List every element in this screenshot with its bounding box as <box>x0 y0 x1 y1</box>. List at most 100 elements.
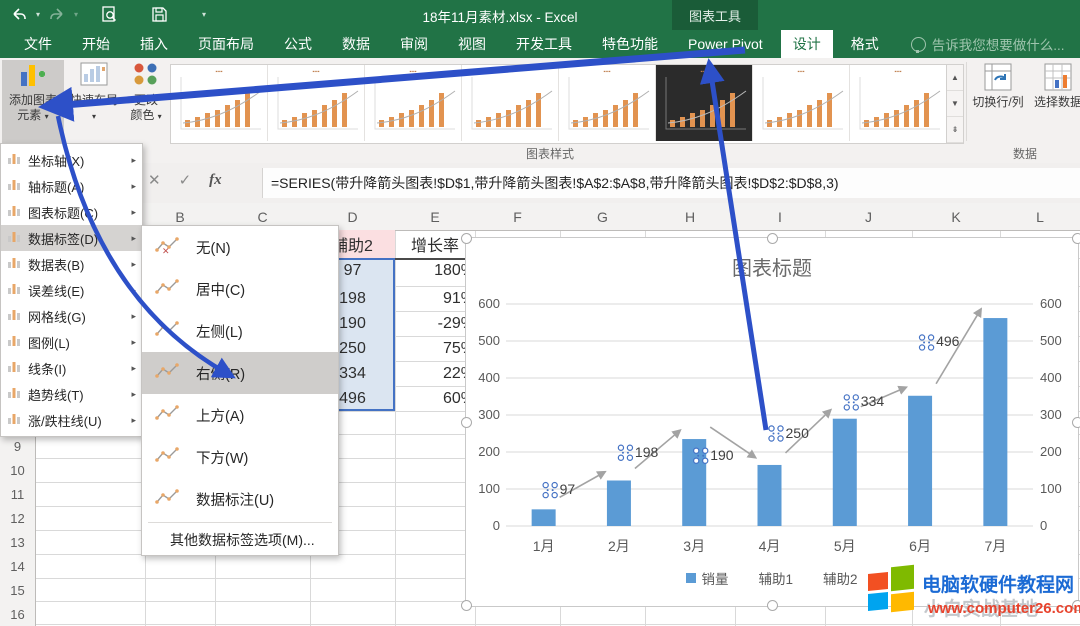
tab-开发工具[interactable]: 开发工具 <box>504 30 584 58</box>
undo-dropdown-icon[interactable]: ▾ <box>36 10 40 19</box>
y-axis-tick-right: 100 <box>1040 481 1062 496</box>
submenu-item-上方(A)[interactable]: 上方(A) <box>142 394 338 436</box>
chart-style-thumbnail[interactable]: ▪▪▪▪ <box>753 65 850 141</box>
tell-me-box[interactable]: 告诉我您想要做什么... <box>897 30 1064 58</box>
data-label[interactable]: 97 <box>560 481 576 497</box>
row-header-13[interactable]: 13 <box>0 530 36 554</box>
tab-Power Pivot[interactable]: Power Pivot <box>676 30 775 58</box>
column-header-J[interactable]: J <box>825 203 912 231</box>
tab-格式[interactable]: 格式 <box>839 30 891 58</box>
legend-item-辅助1[interactable]: 辅助1 <box>758 568 793 588</box>
legend-icon <box>7 334 21 350</box>
menu-item-线条(I)[interactable]: 线条(I) ▸ <box>1 355 142 381</box>
chart-selection-handle[interactable] <box>1072 233 1080 244</box>
insert-function-icon[interactable]: fx <box>209 172 222 189</box>
tab-页面布局[interactable]: 页面布局 <box>186 30 266 58</box>
chart-selection-handle[interactable] <box>1072 417 1080 428</box>
column-header-K[interactable]: K <box>912 203 1000 231</box>
tab-文件[interactable]: 文件 <box>12 30 64 58</box>
enter-icon[interactable]: ✓ <box>179 171 192 189</box>
gallery-more-icon[interactable]: ⇟ <box>947 117 963 143</box>
menu-item-label: 涨/跌柱线(U) <box>28 413 102 429</box>
data-labels-submenu: ✕ 无(N) 居中(C) 左侧(L) 右侧(R) 上方(A) 下方(W) 数据标注(U) 其他数… <box>141 225 339 556</box>
submenu-item-无(N)[interactable]: ✕ 无(N) <box>142 226 338 268</box>
column-header-E[interactable]: E <box>395 203 475 231</box>
chart-style-thumbnail[interactable]: ▪▪▪▪ <box>559 65 656 141</box>
data-labels-icon <box>7 230 21 246</box>
gallery-up-icon[interactable]: ▲ <box>947 65 963 91</box>
tab-设计[interactable]: 设计 <box>780 30 833 58</box>
select-data-button[interactable]: 选择数据 <box>1028 62 1080 154</box>
chart-selection-handle[interactable] <box>461 233 472 244</box>
tab-数据[interactable]: 数据 <box>330 30 382 58</box>
legend-item-辅助2[interactable]: 辅助2 <box>823 568 858 588</box>
menu-item-涨/跌柱线(U)[interactable]: 涨/跌柱线(U) ▸ <box>1 407 142 433</box>
cancel-icon[interactable]: ✕ <box>148 171 161 189</box>
chart-style-thumbnail[interactable]: ▪▪▪▪ <box>850 65 947 141</box>
print-preview-icon[interactable] <box>98 3 120 25</box>
undo-icon[interactable] <box>8 3 30 25</box>
submenu-item-more-options[interactable]: 其他数据标签选项(M)... <box>142 525 338 555</box>
chart-style-thumbnail[interactable]: ▪▪▪▪ <box>171 65 268 141</box>
menu-item-轴标题(A)[interactable]: 轴标题(A) ▸ <box>1 173 142 199</box>
chart-selection-handle[interactable] <box>461 600 472 611</box>
tab-审阅[interactable]: 审阅 <box>388 30 440 58</box>
data-label[interactable]: 334 <box>861 393 884 409</box>
redo-dropdown-icon[interactable]: ▾ <box>74 10 78 19</box>
legend-item-销量[interactable]: 销量 <box>686 568 728 588</box>
save-icon[interactable] <box>148 3 170 25</box>
chart-object[interactable]: 图表标题 0 0 100 100 200 200 300 300 400 400 500 500 600… <box>461 233 1080 611</box>
column-header-G[interactable]: G <box>560 203 645 231</box>
add-chart-element-button[interactable]: 添加图表 元素 ▾ <box>2 60 64 156</box>
quick-layout-button[interactable]: 快速布局 ▾ <box>66 60 122 156</box>
tab-开始[interactable]: 开始 <box>70 30 122 58</box>
column-header-F[interactable]: F <box>475 203 560 231</box>
menu-item-数据表(B)[interactable]: 数据表(B) ▸ <box>1 251 142 277</box>
row-header-9[interactable]: 9 <box>0 434 36 458</box>
tab-公式[interactable]: 公式 <box>272 30 324 58</box>
submenu-item-左侧(L)[interactable]: 左侧(L) <box>142 310 338 352</box>
chart-selection-handle[interactable] <box>461 417 472 428</box>
column-header-H[interactable]: H <box>645 203 735 231</box>
chart-style-thumbnail[interactable]: ▪▪▪▪ <box>268 65 365 141</box>
column-header-I[interactable]: I <box>735 203 825 231</box>
menu-item-坐标轴(X)[interactable]: 坐标轴(X) ▸ <box>1 147 142 173</box>
chart-style-thumbnail[interactable]: ▪▪▪▪ <box>656 65 753 141</box>
qat-customize-icon[interactable]: ▾ <box>202 10 206 19</box>
chart-selection-handle[interactable] <box>767 233 778 244</box>
row-header-11[interactable]: 11 <box>0 482 36 506</box>
menu-item-图例(L)[interactable]: 图例(L) ▸ <box>1 329 142 355</box>
data-label[interactable]: 190 <box>710 447 733 463</box>
row-header-15[interactable]: 15 <box>0 578 36 602</box>
row-header-16[interactable]: 16 <box>0 602 36 626</box>
chart-selection-handle[interactable] <box>767 600 778 611</box>
menu-item-趋势线(T)[interactable]: 趋势线(T) ▸ <box>1 381 142 407</box>
data-label[interactable]: 496 <box>936 333 959 349</box>
menu-item-图表标题(C)[interactable]: 图表标题(C) ▸ <box>1 199 142 225</box>
redo-icon[interactable] <box>46 3 68 25</box>
menu-item-数据标签(D)[interactable]: 数据标签(D) ▸ <box>1 225 142 251</box>
switch-row-column-button[interactable]: 切换行/列 <box>972 62 1024 154</box>
submenu-item-居中(C)[interactable]: 居中(C) <box>142 268 338 310</box>
row-header-14[interactable]: 14 <box>0 554 36 578</box>
data-label[interactable]: 198 <box>635 444 658 460</box>
change-colors-button[interactable]: 更改 颜色 ▾ <box>124 60 168 156</box>
submenu-item-下方(W)[interactable]: 下方(W) <box>142 436 338 478</box>
submenu-item-数据标注(U)[interactable]: 数据标注(U) <box>142 478 338 520</box>
chart-style-thumbnail[interactable]: ▪▪▪▪ <box>462 65 559 141</box>
row-header-10[interactable]: 10 <box>0 458 36 482</box>
gallery-scrollbar[interactable]: ▲ ▼ ⇟ <box>946 64 964 144</box>
submenu-item-右侧(R)[interactable]: 右侧(R) <box>142 352 338 394</box>
chart-style-thumbnail[interactable]: ▪▪▪▪ <box>365 65 462 141</box>
row-header-12[interactable]: 12 <box>0 506 36 530</box>
tab-特色功能[interactable]: 特色功能 <box>590 30 670 58</box>
tab-插入[interactable]: 插入 <box>128 30 180 58</box>
gallery-down-icon[interactable]: ▼ <box>947 91 963 117</box>
data-label[interactable]: 250 <box>786 425 809 441</box>
menu-item-网格线(G)[interactable]: 网格线(G) ▸ <box>1 303 142 329</box>
formula-input[interactable]: =SERIES(带升降箭头图表!$D$1,带升降箭头图表!$A$2:$A$8,带… <box>262 168 1080 198</box>
tab-视图[interactable]: 视图 <box>446 30 498 58</box>
menu-item-误差线(E)[interactable]: 误差线(E) ▸ <box>1 277 142 303</box>
labels-none-icon: ✕ <box>154 235 180 259</box>
column-header-L[interactable]: L <box>1000 203 1080 231</box>
